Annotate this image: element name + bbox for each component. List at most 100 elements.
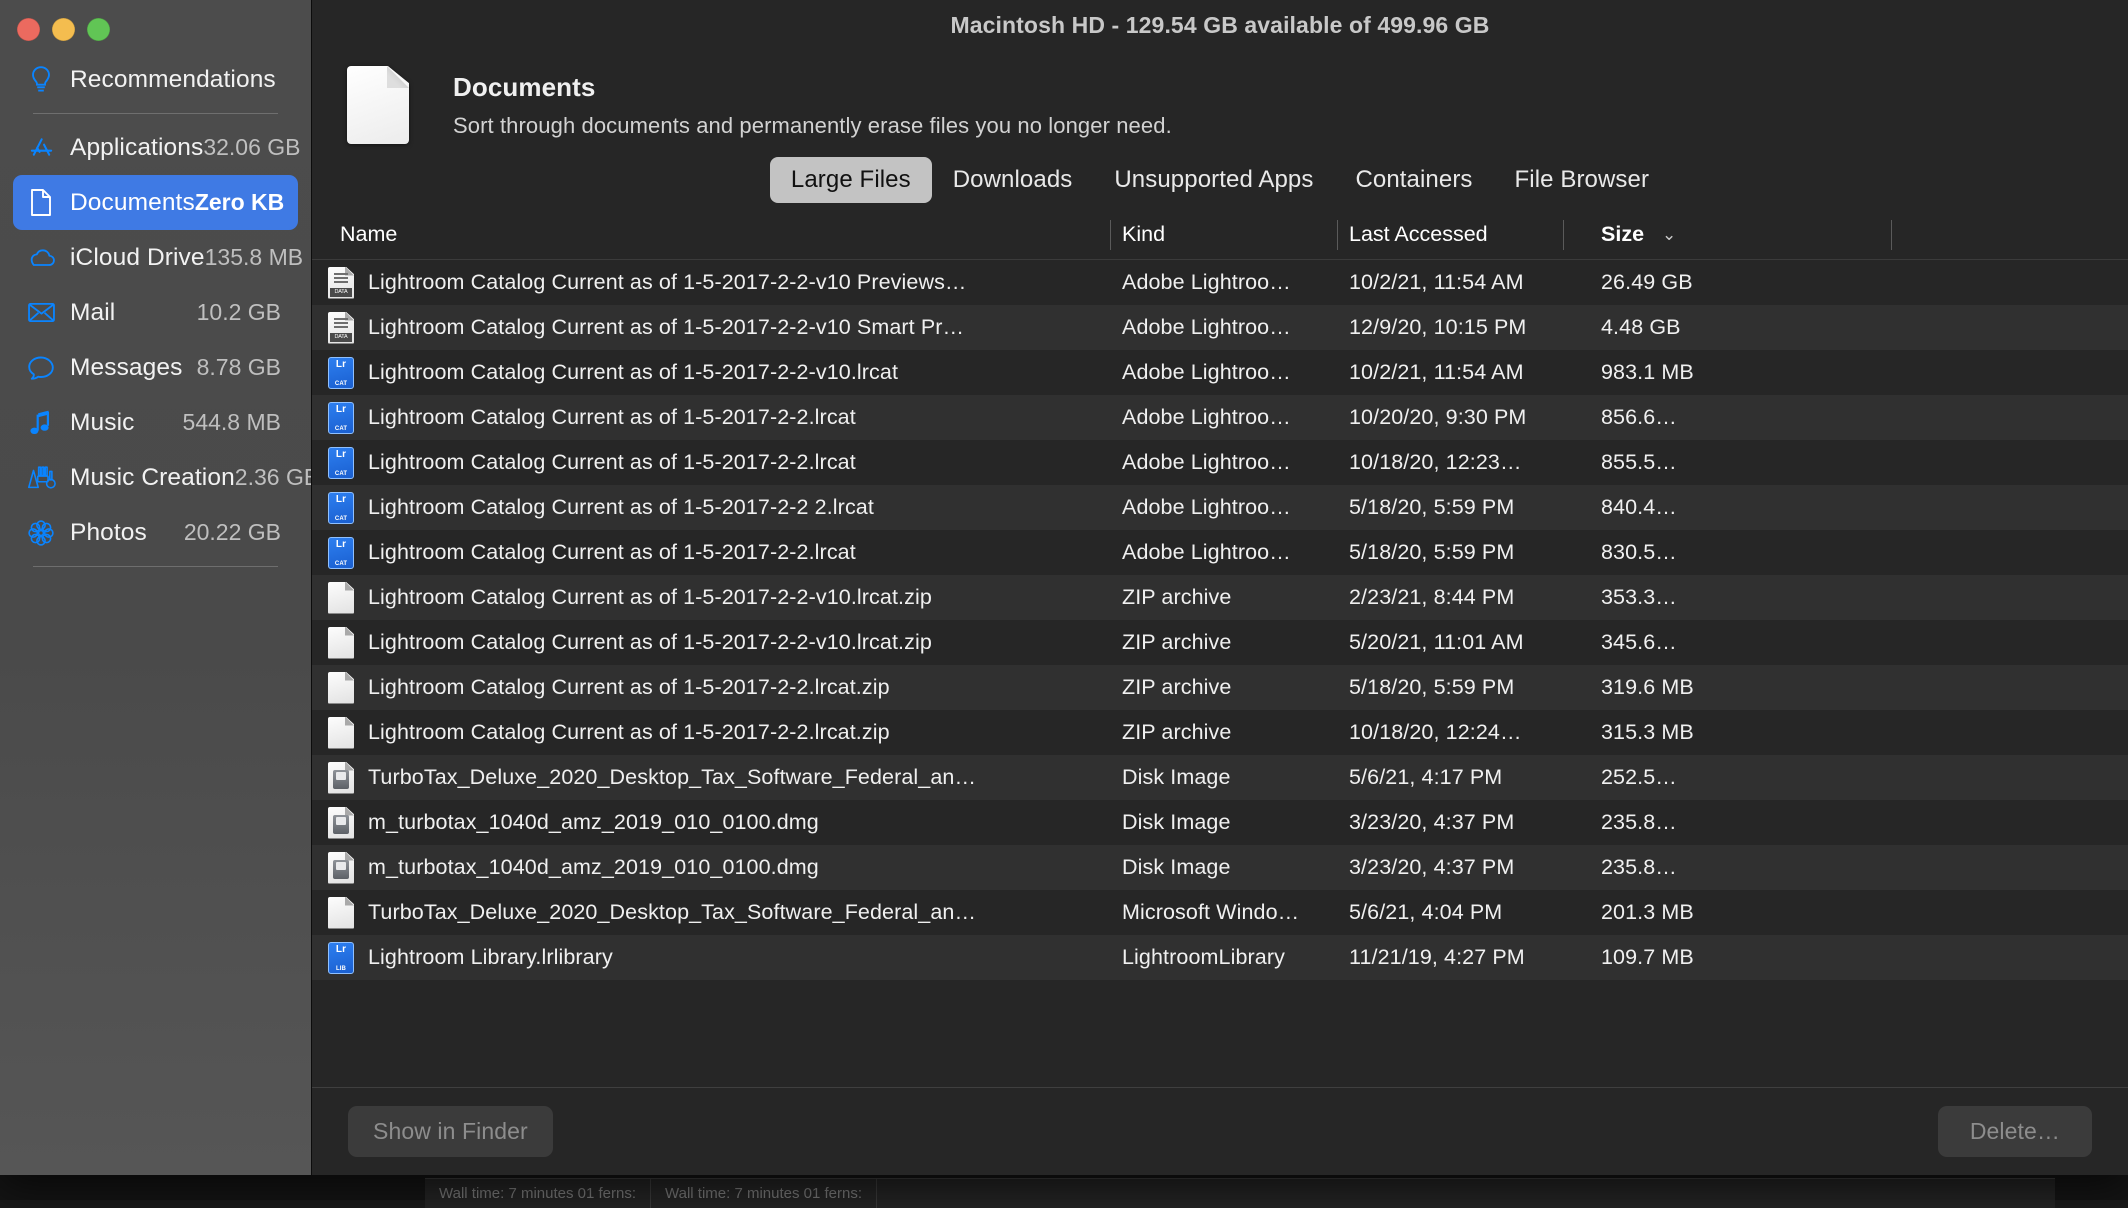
file-last-accessed-cell: 5/6/21, 4:17 PM: [1337, 765, 1563, 790]
file-name-cell: TurboTax_Deluxe_2020_Desktop_Tax_Softwar…: [312, 897, 1110, 929]
sidebar-item-messages[interactable]: Messages 8.78 GB: [13, 340, 298, 395]
file-name: m_turbotax_1040d_amz_2019_010_0100.dmg: [354, 810, 819, 835]
column-header-kind[interactable]: Kind: [1110, 218, 1337, 252]
file-last-accessed-cell: 5/20/21, 11:01 AM: [1337, 630, 1563, 655]
file-size-cell: 856.6…: [1563, 405, 2128, 430]
file-name-cell: LrCATLightroom Catalog Current as of 1-5…: [312, 402, 1110, 434]
file-name-cell: m_turbotax_1040d_amz_2019_010_0100.dmg: [312, 852, 1110, 884]
table-row[interactable]: LrCATLightroom Catalog Current as of 1-5…: [312, 350, 2128, 395]
sidebar-item-music-creation[interactable]: Music Creation 2.36 GB: [13, 450, 298, 505]
tab-unsupported-apps[interactable]: Unsupported Apps: [1093, 157, 1334, 203]
lightroom-catalog-icon: LrCAT: [328, 402, 354, 434]
table-row[interactable]: m_turbotax_1040d_amz_2019_010_0100.dmgDi…: [312, 845, 2128, 890]
file-last-accessed-cell: 10/20/20, 9:30 PM: [1337, 405, 1563, 430]
column-header-name[interactable]: Name: [312, 218, 1110, 252]
file-name-cell: LrCATLightroom Catalog Current as of 1-5…: [312, 537, 1110, 569]
sidebar-item-size: 2.36 GB: [235, 464, 319, 491]
table-row[interactable]: LrLIBLightroom Library.lrlibraryLightroo…: [312, 935, 2128, 980]
file-size-cell: 109.7 MB: [1563, 945, 2128, 970]
window-title: Macintosh HD - 129.54 GB available of 49…: [950, 12, 1489, 39]
disk-image-icon: [328, 852, 354, 884]
file-size-cell: 319.6 MB: [1563, 675, 2128, 700]
table-row[interactable]: LrCATLightroom Catalog Current as of 1-5…: [312, 440, 2128, 485]
sidebar-item-mail[interactable]: Mail 10.2 GB: [13, 285, 298, 340]
sidebar-item-music[interactable]: Music 544.8 MB: [13, 395, 298, 450]
file-size-cell: 4.48 GB: [1563, 315, 2128, 340]
file-kind-cell: Adobe Lightroo…: [1110, 495, 1337, 520]
footer-toolbar: Show in Finder Delete…: [312, 1087, 2128, 1175]
file-size-cell: 252.5…: [1563, 765, 2128, 790]
sidebar-item-photos[interactable]: Photos 20.22 GB: [13, 505, 298, 560]
file-name-cell: m_turbotax_1040d_amz_2019_010_0100.dmg: [312, 807, 1110, 839]
column-header-last-accessed[interactable]: Last Accessed: [1337, 218, 1563, 252]
sidebar-item-label: Music Creation: [58, 464, 235, 492]
close-button[interactable]: [17, 18, 40, 41]
file-name-cell: LrCATLightroom Catalog Current as of 1-5…: [312, 357, 1110, 389]
table-row[interactable]: LrCATLightroom Catalog Current as of 1-5…: [312, 395, 2128, 440]
photos-flower-icon: [24, 519, 58, 547]
file-size-cell: 830.5…: [1563, 540, 2128, 565]
file-size-cell: 840.4…: [1563, 495, 2128, 520]
background-window-cell: Wall time: 7 minutes 01 ferns:: [651, 1179, 877, 1208]
titlebar: Macintosh HD - 129.54 GB available of 49…: [312, 0, 2128, 50]
file-name-cell: Lightroom Catalog Current as of 1-5-2017…: [312, 627, 1110, 659]
table-row[interactable]: Lightroom Catalog Current as of 1-5-2017…: [312, 575, 2128, 620]
file-kind-cell: ZIP archive: [1110, 675, 1337, 700]
tab-downloads[interactable]: Downloads: [932, 157, 1094, 203]
app-store-icon: [24, 134, 58, 161]
file-name: Lightroom Catalog Current as of 1-5-2017…: [354, 720, 890, 745]
file-last-accessed-cell: 3/23/20, 4:37 PM: [1337, 855, 1563, 880]
sidebar-divider: [33, 113, 278, 114]
delete-button[interactable]: Delete…: [1938, 1106, 2092, 1157]
document-large-icon: [347, 66, 409, 144]
sidebar-item-size: Zero KB: [195, 189, 284, 216]
tab-containers[interactable]: Containers: [1334, 157, 1493, 203]
file-last-accessed-cell: 10/2/21, 11:54 AM: [1337, 270, 1563, 295]
table-row[interactable]: Lightroom Catalog Current as of 1-5-2017…: [312, 710, 2128, 755]
detail-pane: Macintosh HD - 129.54 GB available of 49…: [311, 0, 2128, 1175]
lightroom-previews-data-icon: DATA: [328, 312, 354, 344]
page-title: Documents: [453, 72, 1172, 103]
file-name: TurboTax_Deluxe_2020_Desktop_Tax_Softwar…: [354, 900, 976, 925]
file-kind-cell: Disk Image: [1110, 810, 1337, 835]
file-last-accessed-cell: 3/23/20, 4:37 PM: [1337, 810, 1563, 835]
file-last-accessed-cell: 5/6/21, 4:04 PM: [1337, 900, 1563, 925]
table-row[interactable]: DATALightroom Catalog Current as of 1-5-…: [312, 260, 2128, 305]
table-row[interactable]: TurboTax_Deluxe_2020_Desktop_Tax_Softwar…: [312, 755, 2128, 800]
generic-document-icon: [328, 717, 354, 749]
show-in-finder-button[interactable]: Show in Finder: [348, 1106, 553, 1157]
column-header-size[interactable]: Size ⌄: [1563, 218, 2128, 252]
lightroom-catalog-icon: LrCAT: [328, 447, 354, 479]
table-row[interactable]: LrCATLightroom Catalog Current as of 1-5…: [312, 530, 2128, 575]
table-row[interactable]: Lightroom Catalog Current as of 1-5-2017…: [312, 620, 2128, 665]
file-last-accessed-cell: 10/2/21, 11:54 AM: [1337, 360, 1563, 385]
lightroom-catalog-icon: LrCAT: [328, 357, 354, 389]
minimize-button[interactable]: [52, 18, 75, 41]
sidebar-item-recommendations[interactable]: Recommendations: [13, 52, 298, 107]
files-table: Name Kind Last Accessed Size ⌄ DATALight…: [312, 210, 2128, 1087]
file-name: Lightroom Catalog Current as of 1-5-2017…: [354, 585, 932, 610]
file-name: Lightroom Catalog Current as of 1-5-2017…: [354, 360, 898, 385]
file-name-cell: Lightroom Catalog Current as of 1-5-2017…: [312, 717, 1110, 749]
file-name-cell: DATALightroom Catalog Current as of 1-5-…: [312, 312, 1110, 344]
table-row[interactable]: LrCATLightroom Catalog Current as of 1-5…: [312, 485, 2128, 530]
file-name: TurboTax_Deluxe_2020_Desktop_Tax_Softwar…: [354, 765, 976, 790]
table-row[interactable]: TurboTax_Deluxe_2020_Desktop_Tax_Softwar…: [312, 890, 2128, 935]
table-header-row: Name Kind Last Accessed Size ⌄: [312, 210, 2128, 260]
garageband-icon: [24, 464, 58, 492]
tab-large-files[interactable]: Large Files: [770, 157, 932, 203]
tab-file-browser[interactable]: File Browser: [1494, 157, 1671, 203]
sidebar-item-applications[interactable]: Applications 32.06 GB: [13, 120, 298, 175]
table-row[interactable]: DATALightroom Catalog Current as of 1-5-…: [312, 305, 2128, 350]
file-kind-cell: ZIP archive: [1110, 630, 1337, 655]
table-row[interactable]: Lightroom Catalog Current as of 1-5-2017…: [312, 665, 2128, 710]
chevron-down-icon: ⌄: [1662, 225, 1676, 245]
zoom-button[interactable]: [87, 18, 110, 41]
sidebar-item-icloud-drive[interactable]: iCloud Drive 135.8 MB: [13, 230, 298, 285]
disk-image-icon: [328, 762, 354, 794]
sidebar-item-label: Applications: [58, 134, 203, 162]
sidebar-item-documents[interactable]: Documents Zero KB: [13, 175, 298, 230]
sidebar-item-label: Messages: [58, 354, 197, 382]
table-row[interactable]: m_turbotax_1040d_amz_2019_010_0100.dmg Di…: [312, 800, 2128, 845]
file-size-cell: 855.5…: [1563, 450, 2128, 475]
